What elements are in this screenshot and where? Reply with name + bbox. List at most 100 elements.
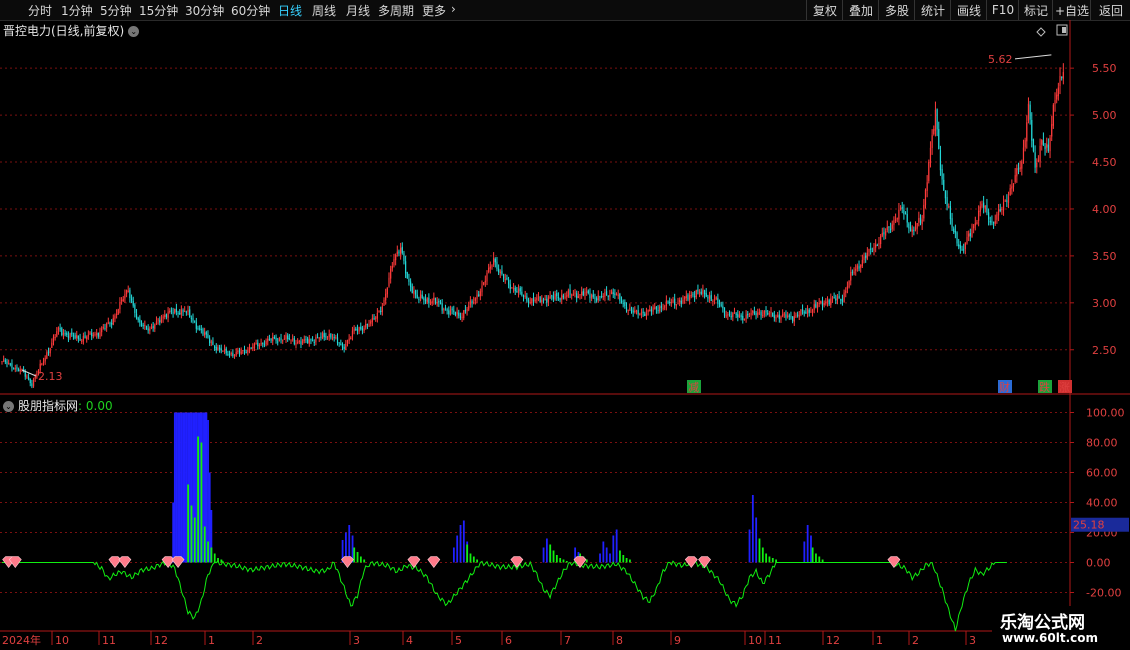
candle-body — [395, 254, 397, 261]
indicator-bar-green — [359, 556, 362, 563]
candle-body — [405, 261, 407, 274]
candle-body — [41, 363, 43, 365]
candle-body — [461, 317, 463, 319]
candle-body — [1002, 202, 1005, 211]
indicator-bar-green — [356, 552, 359, 563]
candle-body — [134, 304, 136, 314]
candle-body — [586, 291, 588, 293]
candle-body — [413, 291, 415, 295]
candle-body — [644, 313, 646, 317]
candle-body — [763, 311, 765, 315]
candle-body — [574, 292, 576, 294]
indicator-bar-blue — [202, 412, 204, 563]
candle-body — [421, 294, 423, 299]
candle-body — [187, 310, 189, 312]
candle-body — [576, 293, 578, 299]
candle-body — [674, 298, 676, 306]
candle-body — [836, 296, 839, 300]
candle-body — [429, 302, 432, 304]
candle-body — [26, 376, 28, 378]
candle-body — [1009, 188, 1011, 196]
candle-body — [880, 235, 882, 245]
time-tick-label: 11 — [768, 634, 782, 647]
candle-body — [579, 294, 581, 296]
candle-body — [496, 261, 498, 269]
candle-body — [722, 306, 724, 309]
candle-body — [51, 342, 53, 348]
candle-body — [968, 233, 970, 237]
candle-body — [519, 287, 521, 292]
candle-body — [750, 312, 752, 316]
candle-body — [24, 371, 26, 377]
candle-body — [546, 298, 548, 303]
candle-body — [165, 314, 168, 318]
candle-body — [501, 270, 503, 275]
watermark-line1: 乐淘公式网 — [1000, 613, 1085, 633]
candle-body — [129, 289, 131, 299]
candle-body — [72, 335, 75, 337]
candle-body — [456, 311, 458, 315]
candle-body — [1024, 140, 1026, 148]
candle-body — [46, 352, 48, 359]
candle-body — [175, 308, 177, 313]
candle-body — [713, 299, 716, 301]
candle-body — [62, 332, 65, 336]
indicator-bar-green — [353, 547, 356, 563]
time-tick-label: 3 — [353, 634, 360, 647]
candle-body — [16, 367, 18, 369]
candle-body — [522, 295, 525, 297]
candle-body — [205, 332, 207, 335]
candle-body — [808, 309, 810, 313]
indicator-bar-blue — [545, 538, 548, 563]
candle-body — [951, 218, 953, 228]
candle-body — [238, 350, 241, 354]
candle-body — [605, 291, 608, 296]
candle-body — [361, 328, 364, 331]
candle-body — [725, 315, 727, 317]
indicator-bar-blue — [198, 412, 201, 563]
candle-body — [157, 319, 159, 321]
indicator-bar-green — [619, 550, 621, 563]
candle-body — [581, 291, 583, 296]
indicator-bar-blue — [456, 535, 459, 563]
candle-body — [132, 300, 134, 306]
candle-body — [958, 244, 960, 247]
candle-body — [582, 291, 584, 296]
candle-body — [866, 252, 868, 259]
candle-body — [732, 313, 734, 317]
candle-body — [283, 338, 285, 340]
gem-signal-icon — [118, 556, 132, 568]
candle-body — [619, 293, 621, 301]
candle-body — [11, 363, 13, 369]
indicator-bar-blue — [599, 553, 601, 563]
time-tick-label: 5 — [455, 634, 462, 647]
indicator-bar-green — [622, 555, 625, 563]
candle-body — [494, 259, 496, 263]
candle-body — [431, 301, 433, 304]
candle-body — [747, 313, 749, 316]
candle-body — [913, 229, 915, 232]
candle-body — [61, 328, 63, 336]
candle-body — [544, 299, 546, 301]
candle-body — [278, 338, 280, 342]
candle-body — [233, 354, 236, 356]
candle-body — [994, 221, 996, 224]
chart-area[interactable]: 2.50 3.00 3.50 4.00 4.50 5.00 5.50 -20.00 0.00 20… — [0, 0, 1130, 650]
candle-body — [858, 266, 860, 269]
candle-body — [56, 331, 58, 337]
candle-body — [901, 207, 903, 209]
candle-body — [929, 147, 932, 163]
candle-body — [655, 306, 658, 310]
candle-body — [527, 300, 530, 303]
candle-body — [3, 359, 5, 361]
candle-body — [418, 298, 420, 300]
candle-body — [237, 350, 239, 352]
candle-body — [400, 247, 402, 255]
candle-body — [742, 315, 744, 320]
candle-body — [47, 351, 50, 353]
candle-body — [184, 311, 186, 313]
candle-body — [997, 209, 1000, 216]
candle-body — [371, 317, 373, 323]
candle-body — [738, 314, 741, 318]
event-marker-label: 涨 — [1059, 381, 1070, 394]
